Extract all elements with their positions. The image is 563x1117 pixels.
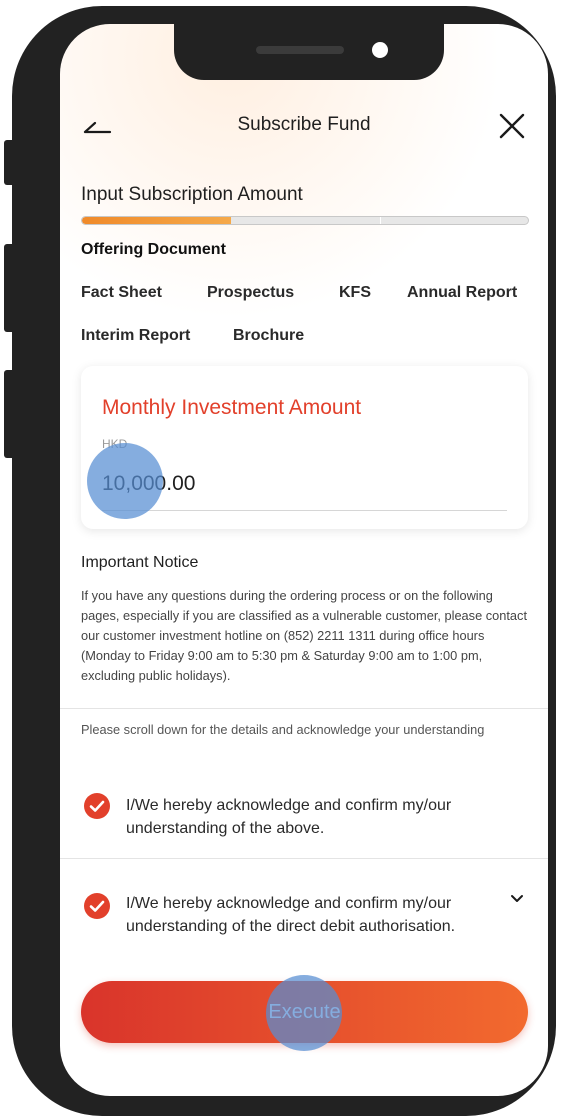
step-progress-fill: [82, 217, 232, 224]
scroll-hint: Please scroll down for the details and a…: [81, 722, 485, 737]
annual-report-link[interactable]: Annual Report: [407, 284, 517, 302]
checkbox-checked-icon[interactable]: [84, 893, 110, 919]
chevron-down-icon[interactable]: [508, 892, 526, 906]
step-divider: [380, 217, 381, 224]
step-progress-bar: [81, 216, 529, 225]
acknowledge-direct-debit-text: I/We hereby acknowledge and confirm my/o…: [126, 895, 456, 935]
page-title: Subscribe Fund: [237, 114, 371, 135]
touch-indicator: [266, 975, 342, 1051]
close-icon[interactable]: [496, 110, 528, 142]
prospectus-link[interactable]: Prospectus: [207, 284, 294, 302]
front-camera: [372, 42, 388, 58]
monthly-amount-label: Monthly Investment Amount: [102, 396, 362, 419]
phone-notch: [174, 24, 444, 80]
ack-divider: [60, 858, 548, 859]
touch-indicator: [87, 443, 163, 519]
acknowledge-above-text: I/We hereby acknowledge and confirm my/o…: [126, 797, 452, 837]
brochure-link[interactable]: Brochure: [233, 327, 304, 345]
fact-sheet-link[interactable]: Fact Sheet: [81, 284, 162, 302]
phone-frame: Subscribe Fund Input Subscription Amount…: [12, 6, 556, 1116]
back-arrow-icon[interactable]: [82, 110, 116, 140]
important-notice-body: If you have any questions during the ord…: [81, 588, 528, 683]
interim-report-link[interactable]: Interim Report: [81, 327, 190, 345]
app-screen: Subscribe Fund Input Subscription Amount…: [60, 24, 548, 1096]
offering-document-title: Offering Document: [81, 241, 226, 258]
speaker-grille: [256, 46, 344, 54]
important-notice-title: Important Notice: [81, 554, 199, 571]
checkbox-checked-icon[interactable]: [84, 793, 110, 819]
notice-divider: [60, 708, 548, 709]
amount-input-underline: [102, 510, 507, 511]
kfs-link[interactable]: KFS: [339, 284, 371, 302]
step-label: Input Subscription Amount: [81, 184, 303, 205]
